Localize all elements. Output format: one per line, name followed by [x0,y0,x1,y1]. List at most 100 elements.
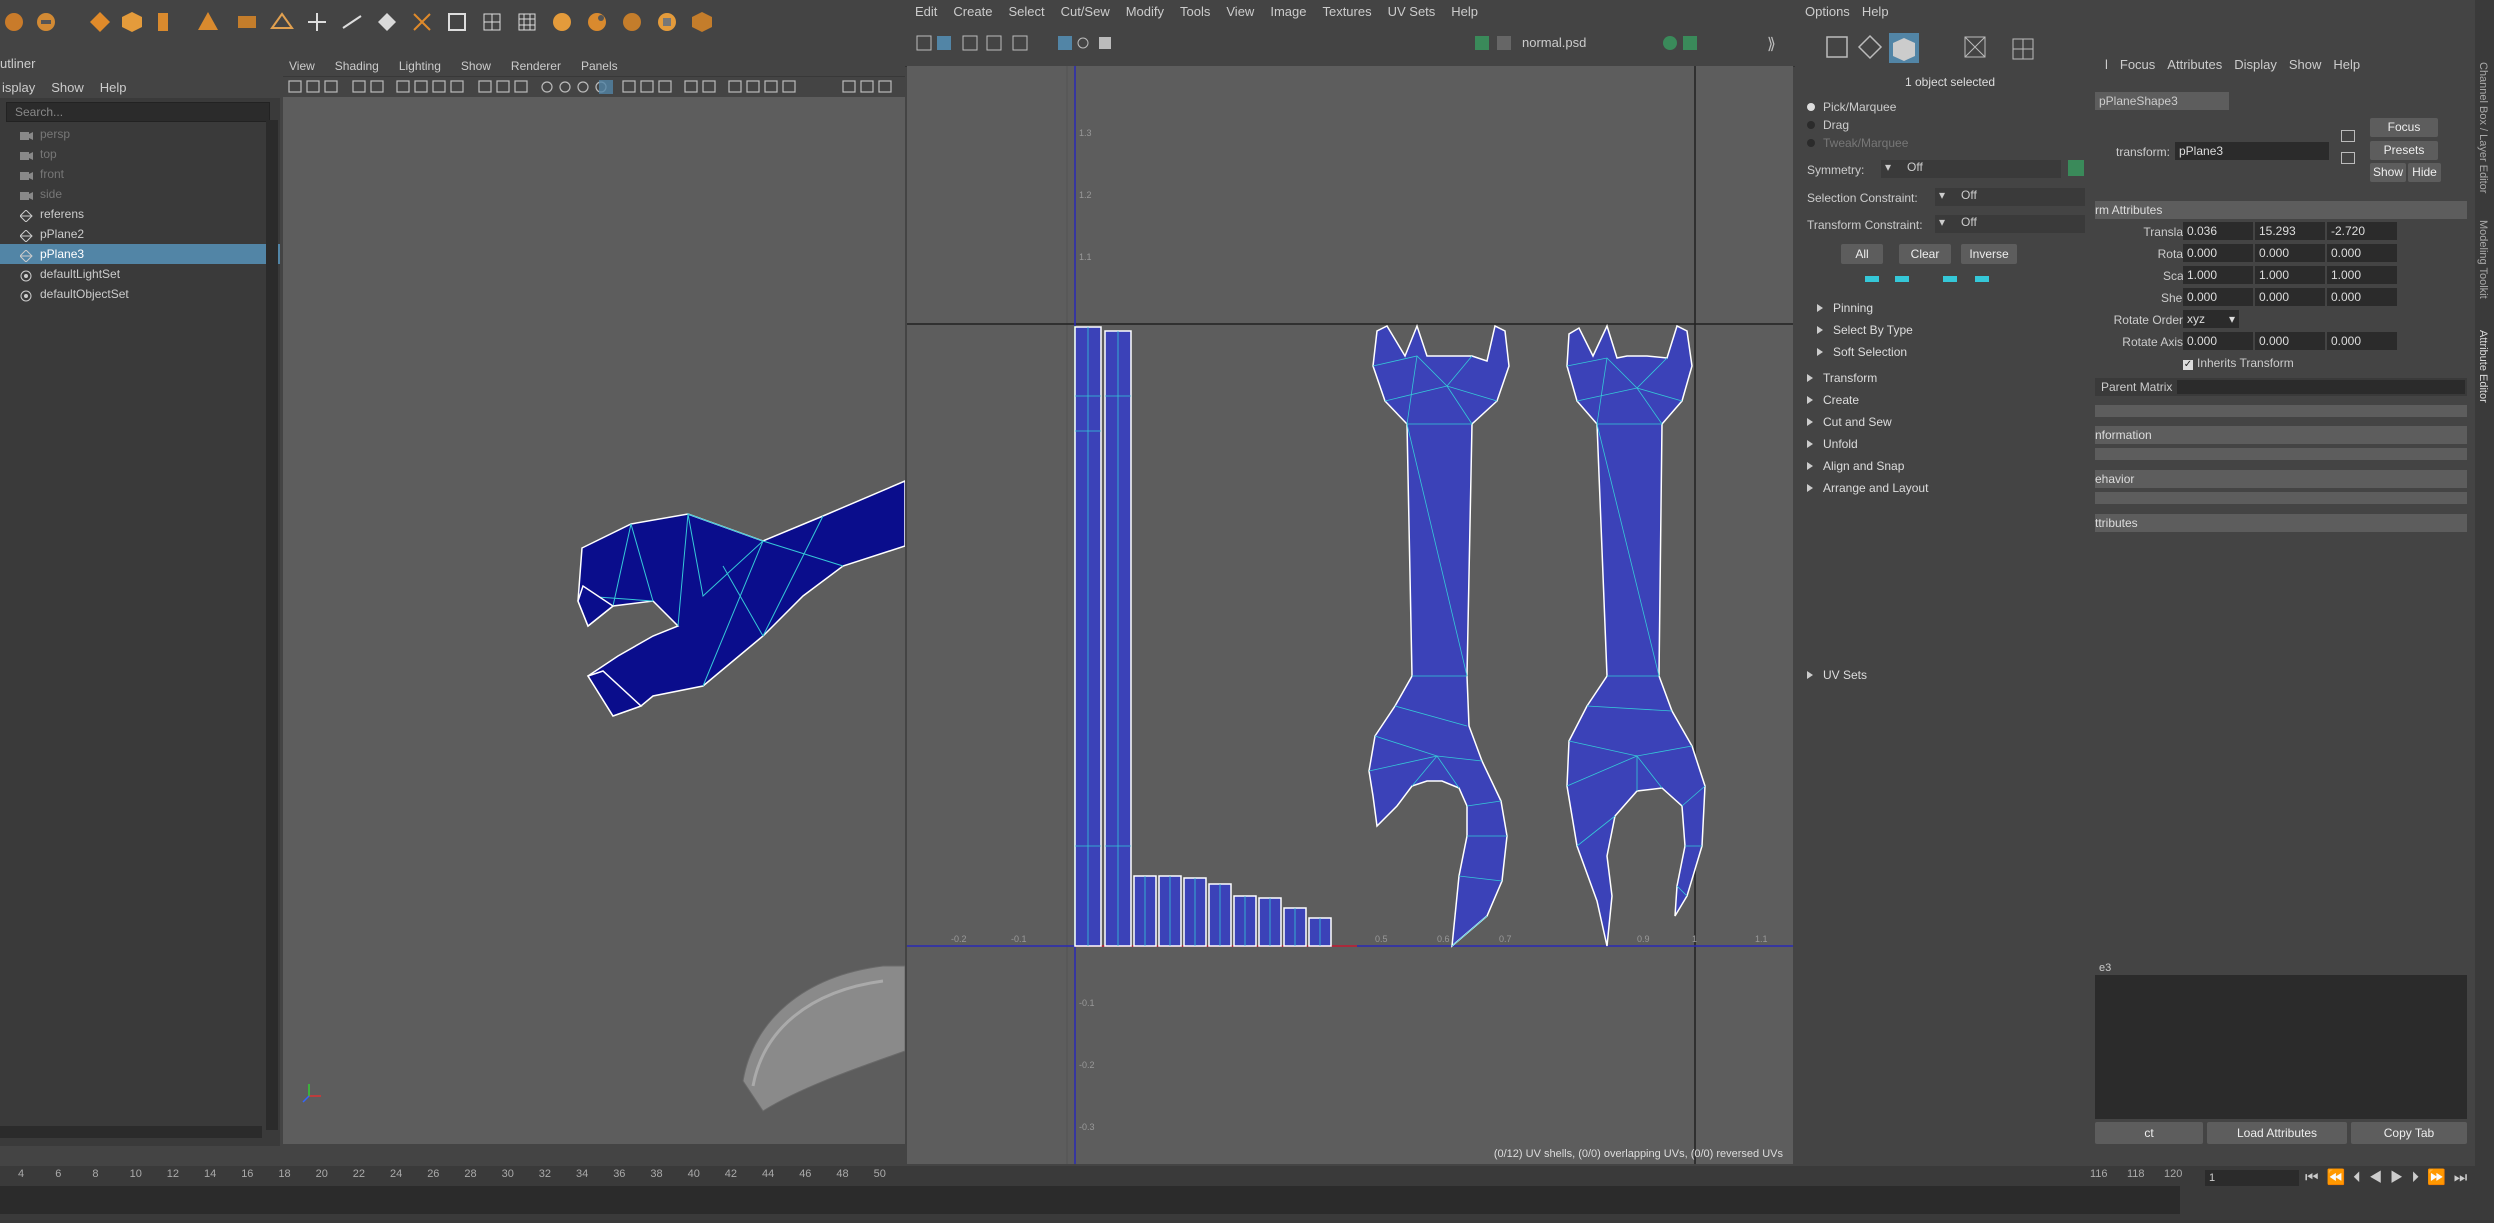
shear-z-field[interactable]: 0.000 [2327,288,2397,306]
shelf-tool-icon[interactable] [515,10,541,36]
mode-pick-radio[interactable]: Pick/Marquee [1807,100,1896,114]
selection-constraint-dropdown[interactable]: ▾ Off [1935,188,2085,206]
transform-constraint-dropdown[interactable]: ▾ Off [1935,215,2085,233]
viewport-menu-show[interactable]: Show [461,59,491,73]
scale-x-field[interactable]: 1.000 [2183,266,2253,284]
expand-toolbar-icon[interactable]: ⟫ [1767,34,1776,54]
copy-tab-button[interactable]: Copy Tab [2351,1122,2467,1144]
attr-menu-list[interactable]: l [2105,57,2108,72]
cylinder-icon[interactable] [152,10,178,36]
select-all-button[interactable]: All [1841,244,1883,264]
toolkit-menu-help[interactable]: Help [1862,4,1889,19]
focus-node-icon[interactable] [2341,130,2355,142]
outliner-item[interactable]: persp [0,124,280,144]
image-name-dropdown[interactable]: normal.psd [1522,35,1586,50]
section-create[interactable]: Create [1807,390,2087,410]
attr-tab-shape[interactable]: pPlaneShape3 [2095,92,2229,110]
symmetry-dropdown[interactable]: ▾ Off [1881,160,2061,178]
uv-menu-help[interactable]: Help [1451,4,1478,19]
selection-tool-icons[interactable] [1865,272,2025,288]
shelf-tool-icon[interactable] [340,10,366,36]
attr-menu-display[interactable]: Display [2234,57,2277,72]
uv-canvas[interactable]: -0.2 -0.1 0.5 0.6 0.7 0.9 1 1.1 1.3 1.2 … [907,66,1793,1164]
tab-channel-box[interactable]: Channel Box / Layer Editor [2477,62,2489,193]
load-attributes-button[interactable]: Load Attributes [2207,1122,2347,1144]
section-transform[interactable]: Transform [1807,368,2087,388]
shelf-tool-icon[interactable] [690,10,716,36]
shelf-tool-icon[interactable] [375,10,401,36]
uv-menu-tools[interactable]: Tools [1180,4,1210,19]
scale-z-field[interactable]: 1.000 [2327,266,2397,284]
section-cut-and-sew[interactable]: Cut and Sew [1807,412,2087,432]
rotate-axis-y-field[interactable]: 0.000 [2255,332,2325,350]
viewport-menu-view[interactable]: View [289,59,315,73]
mode-drag-radio[interactable]: Drag [1807,118,1849,132]
presets-button[interactable]: Presets [2370,141,2438,160]
symmetry-toggle-icon[interactable] [2068,160,2084,176]
uv-menu-uvsets[interactable]: UV Sets [1388,4,1436,19]
cone-icon[interactable] [196,10,222,36]
hide-button[interactable]: Hide [2408,163,2441,182]
uv-menu-edit[interactable]: Edit [915,4,937,19]
object-display-section[interactable]: nformation [2095,426,2467,444]
current-frame-field[interactable]: 1 [2205,1170,2299,1186]
timeline-track[interactable] [0,1186,2180,1214]
transform-name-field[interactable]: pPlane3 [2175,142,2329,160]
section-unfold[interactable]: Unfold [1807,434,2087,454]
shelf-tool-icon[interactable] [410,10,436,36]
viewport-menu-shading[interactable]: Shading [335,59,379,73]
section-align-and-snap[interactable]: Align and Snap [1807,456,2087,476]
perspective-viewport[interactable]: View Shading Lighting Show Renderer Pane… [283,56,905,1144]
focus-node2-icon[interactable] [2341,152,2355,164]
shear-x-field[interactable]: 0.000 [2183,288,2253,306]
shelf-tool-icon[interactable] [655,10,681,36]
inherits-transform-checkbox[interactable]: ✓ Inherits Transform [2183,356,2294,370]
wrench-mesh-3d[interactable] [283,96,905,1144]
outliner-item[interactable]: top [0,144,280,164]
toolkit-menu-options[interactable]: Options [1805,4,1850,19]
outliner-item[interactable]: referens [0,204,280,224]
shelf-tool-icon[interactable] [88,10,114,36]
outliner-scrollbar[interactable] [266,120,278,1130]
viewport-menu-lighting[interactable]: Lighting [399,59,441,73]
section-uv-sets[interactable]: UV Sets [1807,665,2087,685]
outliner-search-input[interactable]: Search... [6,102,270,122]
uv-menu-create[interactable]: Create [953,4,992,19]
attr-menu-show[interactable]: Show [2289,57,2322,72]
select-inverse-button[interactable]: Inverse [1961,244,2017,264]
shelf-tool-icon[interactable] [445,10,471,36]
extra-attributes-section[interactable]: ttributes [2095,514,2467,532]
shelf-tool-icon[interactable] [480,10,506,36]
rotate-z-field[interactable]: 0.000 [2327,244,2397,262]
tab-attribute-editor[interactable]: Attribute Editor [2477,330,2489,403]
cube-icon[interactable] [120,10,146,36]
uv-menu-textures[interactable]: Textures [1322,4,1371,19]
image-display-icon[interactable] [1475,36,1489,50]
viewport-toolbar-icons[interactable] [283,77,905,97]
outliner-item[interactable]: defaultLightSet [0,264,280,284]
attr-menu-help[interactable]: Help [2333,57,2360,72]
mode-tweak-radio[interactable]: Tweak/Marquee [1807,136,1908,150]
notes-textarea[interactable] [2095,975,2467,1119]
checker-icon[interactable] [1497,36,1511,50]
scale-y-field[interactable]: 1.000 [2255,266,2325,284]
uv-display2-icon[interactable] [1683,36,1697,50]
shelf-tool-icon[interactable] [620,10,646,36]
rotate-axis-z-field[interactable]: 0.000 [2327,332,2397,350]
shelf-tool-icon[interactable] [2,10,28,36]
node-behavior-section[interactable]: ehavior [2095,470,2467,488]
shelf-tool-icon[interactable] [585,10,611,36]
uv-toolbar-icons[interactable] [913,22,1113,66]
rotate-y-field[interactable]: 0.000 [2255,244,2325,262]
outliner-hscrollbar[interactable] [0,1126,262,1138]
uv-menu-image[interactable]: Image [1270,4,1306,19]
viewport-menu-panels[interactable]: Panels [581,59,618,73]
sphere-icon[interactable] [550,10,576,36]
translate-x-field[interactable]: 0.036 [2183,222,2253,240]
shelf-tool-icon[interactable] [34,10,60,36]
transform-attributes-section[interactable]: rm Attributes [2095,201,2467,219]
parent-matrix-row[interactable]: Parent Matrix [2095,378,2467,396]
outliner-menu-show[interactable]: Show [51,80,84,95]
shelf-tool-icon[interactable] [305,10,331,36]
focus-button[interactable]: Focus [2370,118,2438,137]
